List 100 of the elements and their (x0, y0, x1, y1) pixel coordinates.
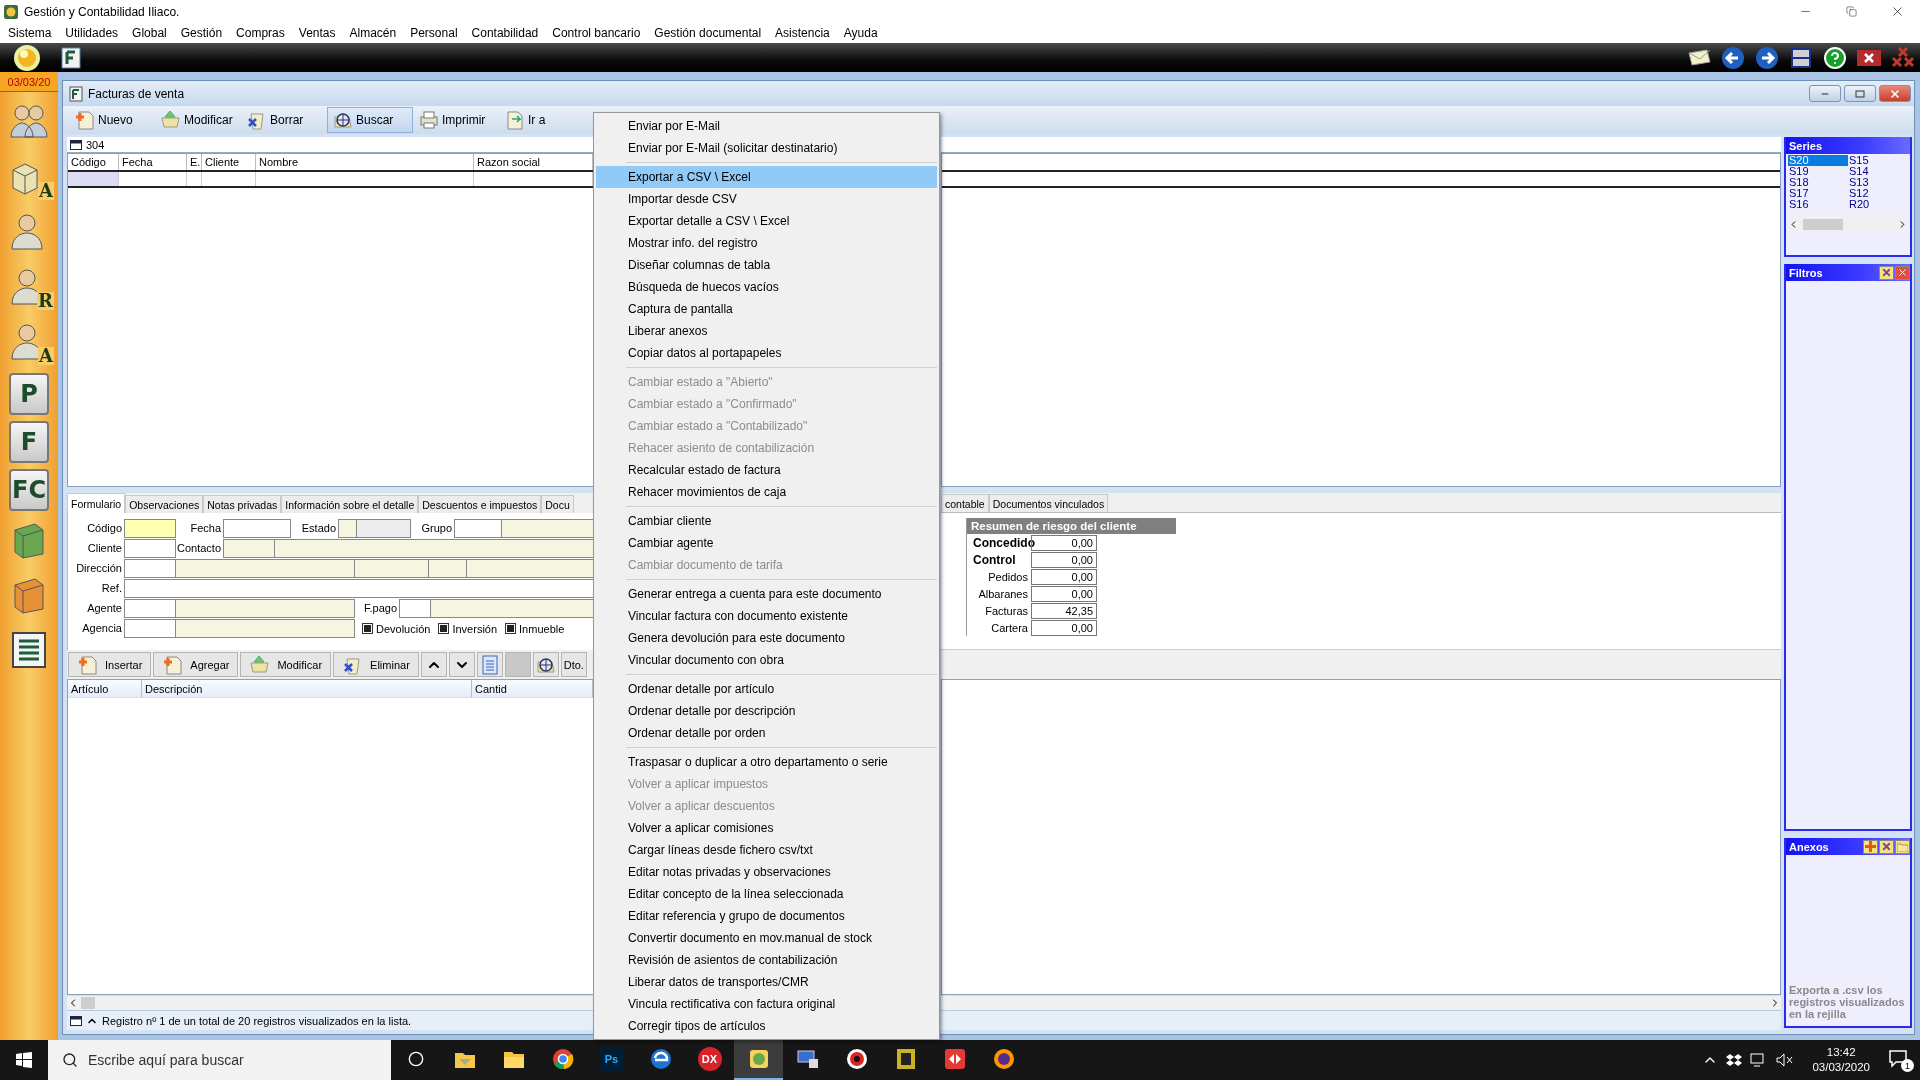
input-field[interactable] (354, 559, 429, 578)
series-item[interactable]: S12 (1848, 188, 1908, 199)
series-item[interactable]: S16 (1788, 199, 1848, 210)
input-field[interactable] (466, 559, 594, 578)
folder-button[interactable] (1895, 839, 1910, 854)
series-item[interactable]: S19 (1788, 166, 1848, 177)
add-button[interactable] (1863, 839, 1878, 854)
menu-item[interactable]: Exportar detalle a CSV \ Excel (596, 210, 937, 232)
series-item[interactable]: R20 (1848, 199, 1908, 210)
toolbar-button[interactable]: Eliminar (333, 652, 419, 677)
menu-item[interactable]: Volver a aplicar comisiones (596, 817, 937, 839)
taskbar-app[interactable]: Ps (587, 1040, 636, 1080)
menu-item[interactable]: Gestión (173, 26, 230, 40)
menu-item[interactable]: Cambiar cliente (596, 510, 937, 532)
menu-item[interactable]: Diseñar columnas de tabla (596, 254, 937, 276)
input-field[interactable] (124, 619, 176, 638)
toolbar-button[interactable]: Nuevo (69, 107, 155, 133)
menu-item[interactable]: Vincular factura con documento existente (596, 605, 937, 627)
column-header[interactable]: Artículo (68, 680, 142, 697)
menu-item[interactable]: Enviar por E-Mail (596, 115, 937, 137)
input-field[interactable] (430, 599, 594, 618)
clock[interactable]: 13:42 03/03/2020 (1812, 1045, 1870, 1075)
menu-item[interactable]: Recalcular estado de factura (596, 459, 937, 481)
menu-item[interactable]: Convertir documento en mov.manual de stock (596, 927, 937, 949)
menu-item[interactable]: Generar entrega a cuenta para este documento (596, 583, 937, 605)
tab[interactable]: contable (941, 494, 989, 512)
table-row[interactable] (68, 172, 593, 188)
toolbar-button[interactable]: Modificar (240, 652, 332, 677)
minimize-button[interactable] (1809, 85, 1841, 102)
input-field[interactable] (399, 599, 431, 618)
menu-item[interactable]: Copiar datos al portapapeles (596, 342, 937, 364)
tab[interactable]: Información sobre el detalle (281, 495, 419, 513)
menu-item[interactable]: Ordenar detalle por descripción (596, 700, 937, 722)
menu-item[interactable]: Liberar anexos (596, 320, 937, 342)
taskbar-app[interactable] (734, 1040, 783, 1080)
input-field[interactable] (223, 519, 291, 538)
menu-item[interactable]: Revisión de asientos de contabilización (596, 949, 937, 971)
checkbox[interactable]: Inversión (438, 619, 498, 638)
notification-button[interactable]: 1 (1888, 1048, 1912, 1072)
toolbar-button[interactable]: Modificar (155, 107, 241, 133)
menu-item[interactable]: Rehacer movimientos de caja (596, 481, 937, 503)
close-button[interactable] (1895, 265, 1910, 280)
menu-item[interactable]: Almacén (342, 26, 404, 40)
menu-item[interactable]: Cargar líneas desde fichero csv/txt (596, 839, 937, 861)
menu-item[interactable]: Sistema (1, 26, 59, 40)
scrollbar-thumb[interactable] (1803, 219, 1843, 230)
input-field[interactable] (175, 619, 355, 638)
menu-item[interactable]: Traspasar o duplicar a otro departamento o serie (596, 751, 937, 773)
clear-button[interactable] (1879, 839, 1894, 854)
toolbar-button[interactable]: Ir a (499, 107, 585, 133)
menu-item[interactable]: Genera devolución para este documento (596, 627, 937, 649)
volume-icon[interactable] (1776, 1053, 1795, 1067)
tab[interactable]: Notas privadas (203, 495, 282, 513)
menu-item[interactable]: Vincular documento con obra (596, 649, 937, 671)
module-button[interactable]: A (4, 150, 54, 202)
menu-item[interactable]: Mostrar info. del registro (596, 232, 937, 254)
input-field[interactable] (175, 559, 355, 578)
menu-item[interactable]: Asistencia (768, 26, 837, 40)
discount-button[interactable]: Dto. (560, 652, 587, 677)
menu-item[interactable]: Corregir tipos de artículos (596, 1015, 937, 1037)
input-field[interactable] (124, 599, 176, 618)
module-button[interactable]: P (9, 373, 49, 415)
input-field[interactable] (124, 579, 594, 598)
input-field[interactable] (454, 519, 502, 538)
taskbar-app[interactable]: DX (685, 1040, 734, 1080)
series-item[interactable]: S20 (1788, 155, 1848, 166)
input-field[interactable] (501, 519, 594, 538)
module-button[interactable]: F (9, 421, 49, 463)
input-field[interactable] (223, 539, 275, 558)
menu-item[interactable]: Ventas (291, 26, 343, 40)
tab[interactable]: Documentos vinculados (988, 494, 1109, 512)
column-header[interactable]: E. (187, 154, 202, 170)
menu-item[interactable]: Editar referencia y grupo de documentos (596, 905, 937, 927)
toolbar-button[interactable]: Borrar (241, 107, 327, 133)
input-field[interactable] (124, 539, 176, 558)
menu-item[interactable]: Importar desde CSV (596, 188, 937, 210)
menu-item[interactable]: Personal (403, 26, 465, 40)
menu-item[interactable]: Global (125, 26, 174, 40)
menu-item[interactable]: Utilidades (58, 26, 126, 40)
input-field[interactable] (274, 539, 594, 558)
menu-item[interactable]: Ordenar detalle por artículo (596, 678, 937, 700)
menu-item[interactable]: Control bancario (545, 26, 648, 40)
checkbox[interactable]: Inmueble (505, 619, 565, 638)
series-item[interactable]: S14 (1848, 166, 1908, 177)
column-header[interactable]: Cliente (202, 154, 256, 170)
tab[interactable]: Observaciones (125, 495, 204, 513)
close-button[interactable] (1879, 85, 1911, 102)
series-item[interactable]: S13 (1848, 177, 1908, 188)
menu-item[interactable]: Compras (229, 26, 292, 40)
input-field[interactable] (124, 559, 176, 578)
menu-item[interactable]: Vincula rectificativa con factura original (596, 993, 937, 1015)
menu-item[interactable]: Editar notas privadas y observaciones (596, 861, 937, 883)
module-button[interactable]: R (4, 260, 54, 312)
menu-item[interactable]: Gestión documental (647, 26, 769, 40)
menu-item[interactable]: Búsqueda de huecos vacíos (596, 276, 937, 298)
column-header[interactable]: Fecha (119, 154, 187, 170)
tab[interactable]: Descuentos e impuestos (418, 495, 542, 513)
column-header[interactable]: Código (68, 154, 119, 170)
column-header[interactable]: Descripción (142, 680, 472, 697)
series-item[interactable]: S17 (1788, 188, 1848, 199)
